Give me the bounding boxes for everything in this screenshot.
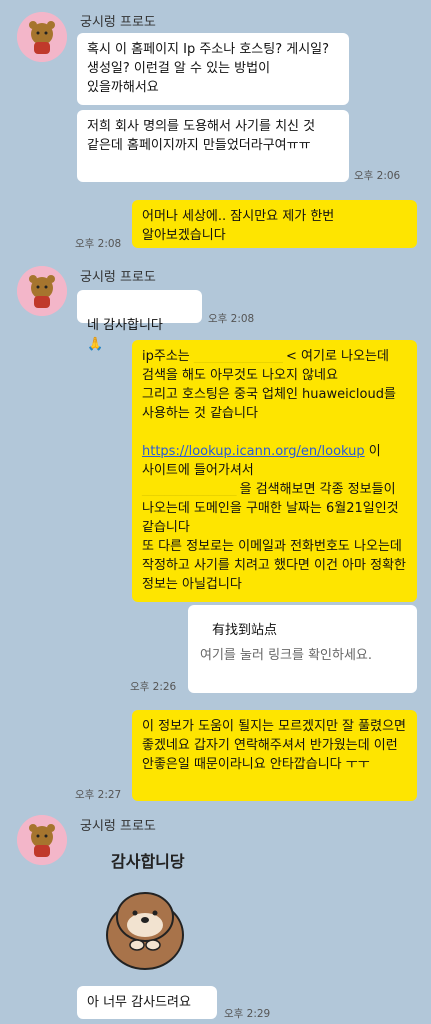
message-bubble[interactable]: 저희 회사 명의를 도용해서 사기를 치신 것 같은데 홈페이지까지 만들었더라… [77,110,349,182]
sender-name: 궁시렁 프로도 [80,819,156,834]
avatar[interactable] [17,266,67,316]
message-text: 을 검색해보면 각종 정보들이 나오는데 도메인을 구매한 날짜는 6월21일인… [142,482,406,592]
message-bubble[interactable]: 아 너무 감사드려요 [77,986,217,1019]
avatar[interactable] [17,12,67,62]
sender-name: 궁시렁 프로도 [80,15,156,30]
timestamp: 오후 2:27 [75,789,122,801]
message-bubble[interactable]: 혹시 이 홈페이지 Ip 주소나 호스팅? 게시일? 생성일? 이런걸 알 수 … [77,33,349,105]
message-bubble[interactable]: 이 정보가 도움이 될지는 모르겠지만 잘 풀렸으면 좋겠네요 갑자기 연락해주… [132,710,417,801]
timestamp: 오후 2:08 [208,313,255,325]
message-bubble[interactable]: 네 감사합니다 🙏 [77,290,202,352]
sender-name: 궁시렁 프로도 [80,270,156,285]
icann-lookup-link[interactable]: https://lookup.icann.org/en/lookup [142,444,365,459]
timestamp: 오후 2:06 [354,170,401,182]
timestamp: 오후 2:29 [224,1008,271,1020]
link-preview-card[interactable]: 有找到站点 여기를 눌러 링크를 확인하세요. [188,605,417,693]
message-bubble[interactable]: ip주소는 ________________ < 여기로 나오는데 검색을 해도… [132,340,417,602]
message-bubble[interactable]: 어머나 세상에.. 잠시만요 제가 한번 알아보겠습니다 [132,200,417,248]
sticker-caption: 감사합니당 [111,852,185,871]
message-text: 네 감사합니다 [87,318,163,333]
timestamp: 오후 2:08 [75,238,122,250]
otter-sticker[interactable] [95,875,195,975]
avatar[interactable] [17,815,67,865]
timestamp: 오후 2:26 [130,681,177,693]
praying-hands-icon: 🙏 [87,337,104,352]
message-text: ip주소는 [142,349,194,364]
link-preview-title: 有找到站点 [212,623,278,638]
redacted-text: ________________ [193,349,283,364]
redacted-text: _________________ [142,482,236,497]
link-preview-subtitle: 여기를 눌러 링크를 확인하세요. [200,648,373,663]
